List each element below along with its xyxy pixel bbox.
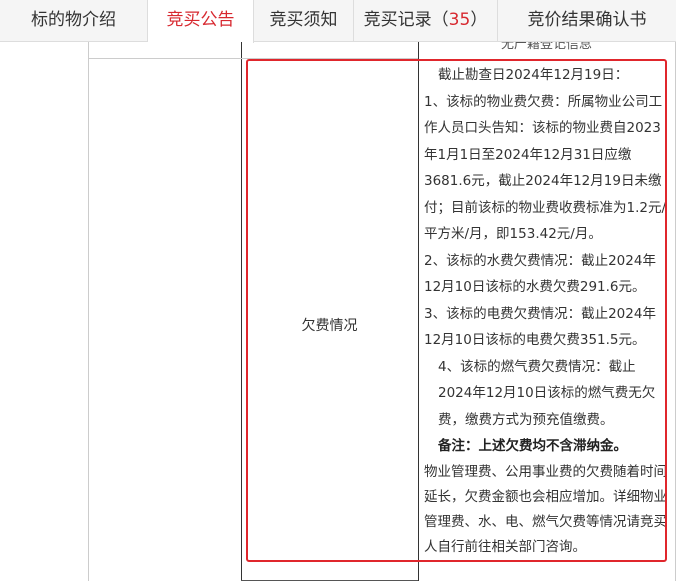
arrears-details: 截止勘查日2024年12月19日： 1、该标的物业费欠费：所属物业公司工作人员口… <box>424 62 668 560</box>
table-divider <box>88 42 89 581</box>
electricity-fee-arrears: 3、该标的电费欠费情况：截止2024年12月10日该标的电费欠费351.5元。 <box>424 305 656 349</box>
tab-bid-records[interactable]: 竞买记录（35） <box>354 0 498 42</box>
tab-bidding-rules[interactable]: 竞买须知 <box>254 0 354 42</box>
tab-label: 标的物介绍 <box>31 10 116 30</box>
tab-label-suffix: ） <box>470 10 488 30</box>
tab-label: 竞买公告 <box>166 10 235 30</box>
info-table: 无产籍登记信息 欠费情况 截止勘查日2024年12月19日： 1、该标的物业费欠… <box>0 42 676 581</box>
tab-auction-notice[interactable]: 竞买公告 <box>148 0 254 43</box>
arrears-note: 备注：上述欠费均不含滞纳金。 <box>438 438 627 454</box>
row-label: 欠费情况 <box>301 318 358 334</box>
tab-result-confirmation[interactable]: 竞价结果确认书 <box>498 0 676 42</box>
table-divider <box>418 42 419 581</box>
tab-bar: 标的物介绍 竞买公告 竞买须知 竞买记录（35） 竞价结果确认书 <box>0 0 676 43</box>
row-label-cell: 欠费情况 <box>241 59 418 581</box>
previous-row-cell: 无产籍登记信息 <box>418 42 676 56</box>
tab-item-intro[interactable]: 标的物介绍 <box>0 0 148 42</box>
arrears-disclaimer: 物业管理费、公用事业费的欠费随着时间延长，欠费金额也会相应增加。详细物业管理费、… <box>424 463 667 555</box>
arrears-intro: 截止勘查日2024年12月19日： <box>438 67 629 83</box>
gas-fee-arrears: 4、该标的燃气费欠费情况：截止2024年12月10日该标的燃气费无欠费，缴费方式… <box>438 358 656 428</box>
bid-count: 35 <box>448 10 471 30</box>
tab-label: 竞价结果确认书 <box>527 10 647 30</box>
tab-label: 竞买记录（ <box>363 10 449 30</box>
property-fee-arrears: 1、该标的物业费欠费：所属物业公司工作人员口头告知：该标的物业费自2023年1月… <box>424 93 667 243</box>
tab-label: 竞买须知 <box>269 10 338 30</box>
water-fee-arrears: 2、该标的水费欠费情况：截止2024年12月10日该标的水费欠费291.6元。 <box>424 252 656 296</box>
previous-row-text: 无产籍登记信息 <box>501 42 593 52</box>
